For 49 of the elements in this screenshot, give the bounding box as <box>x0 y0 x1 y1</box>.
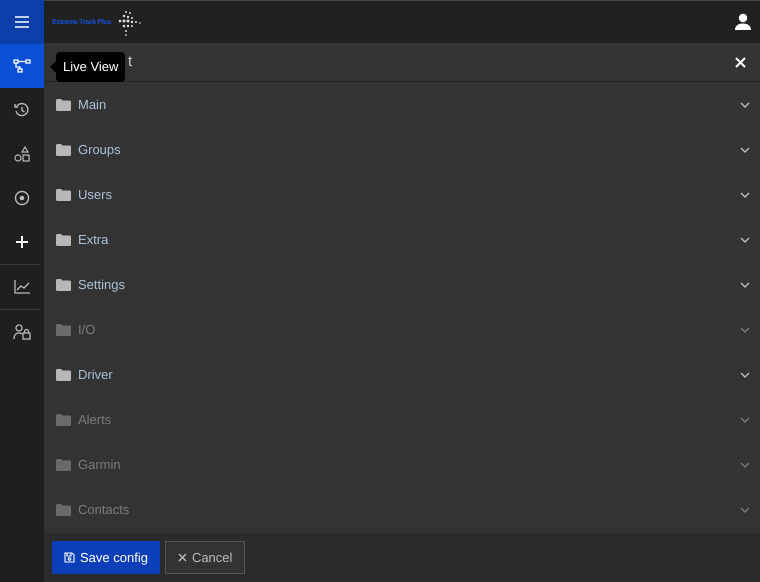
plus-icon <box>16 236 28 248</box>
chart-icon <box>14 280 30 294</box>
section-row[interactable]: Main <box>44 82 760 127</box>
close-icon[interactable] <box>735 56 746 68</box>
section-label: Settings <box>78 276 125 294</box>
tooltip: Live View <box>56 52 126 82</box>
section-label: I/O <box>78 320 96 339</box>
history-icon <box>14 102 30 118</box>
section-label: Users <box>78 186 112 204</box>
folder-icon <box>56 504 71 516</box>
section-label: Driver <box>78 366 113 384</box>
folder-icon <box>56 368 71 380</box>
section-label: Extra <box>78 230 108 249</box>
folder-icon <box>56 414 71 426</box>
menu-icon <box>15 16 29 28</box>
folder-icon <box>56 234 71 246</box>
panel-title: t <box>128 52 132 72</box>
section-row[interactable]: Driver <box>44 352 760 397</box>
folder-icon <box>56 144 71 156</box>
chevron-down-icon[interactable] <box>740 102 750 108</box>
nodes-icon <box>13 59 31 73</box>
folder-icon <box>56 324 71 336</box>
user-icon[interactable] <box>734 13 752 31</box>
shapes-icon <box>14 146 30 162</box>
chevron-down-icon[interactable] <box>740 372 750 378</box>
close-icon <box>178 553 187 562</box>
section-row[interactable]: Groups <box>44 127 760 172</box>
chevron-down-icon[interactable] <box>740 282 750 288</box>
section-label: Contacts <box>78 500 130 519</box>
section-row[interactable]: Users <box>44 172 760 217</box>
section-label: Groups <box>78 140 121 159</box>
chevron-down-icon[interactable] <box>740 192 750 198</box>
section-label: Main <box>78 96 106 114</box>
menu-button[interactable] <box>0 0 44 44</box>
chevron-down-icon[interactable] <box>740 236 750 242</box>
folder-icon <box>56 458 71 470</box>
section-row[interactable]: Settings <box>44 262 760 307</box>
section-label: Alerts <box>78 410 112 429</box>
user-lock-icon <box>13 324 31 340</box>
sidebar-item[interactable] <box>0 44 44 88</box>
section-row[interactable]: Extra <box>44 217 760 262</box>
folder-icon <box>56 98 71 110</box>
cancel-button[interactable]: Cancel <box>164 541 246 574</box>
save-button[interactable]: Save config <box>52 541 160 574</box>
folder-icon <box>56 278 71 290</box>
section-label: Garmin <box>78 456 121 474</box>
chevron-down-icon[interactable] <box>740 146 750 152</box>
folder-icon <box>56 188 71 200</box>
target-icon <box>14 190 30 206</box>
